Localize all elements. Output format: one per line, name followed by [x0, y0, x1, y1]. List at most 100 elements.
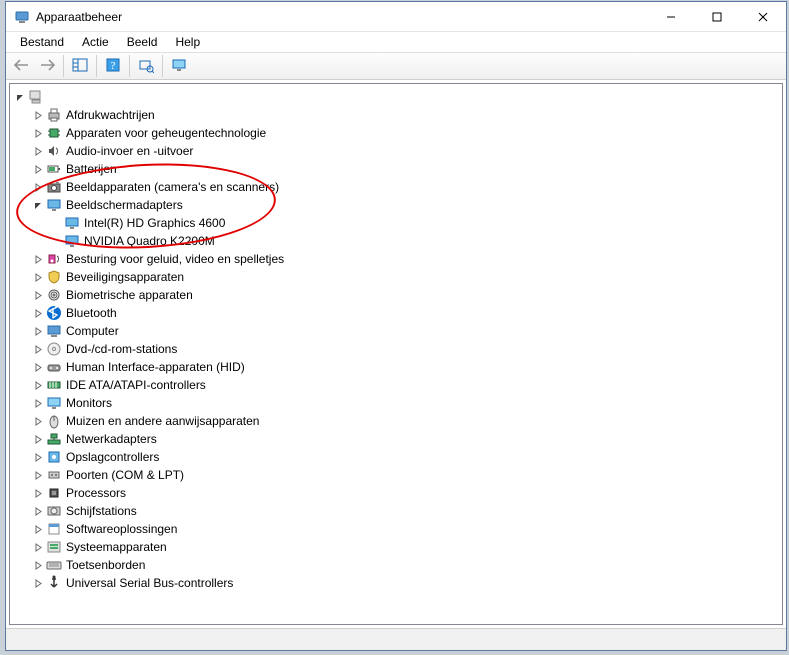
display-icon [64, 215, 80, 231]
toolbar-separator [129, 55, 130, 77]
help-button[interactable]: ? [101, 54, 125, 78]
hid-icon [46, 359, 62, 375]
tree-item[interactable]: Universal Serial Bus-controllers [12, 574, 780, 592]
tree-item[interactable]: Beeldapparaten (camera's en scanners) [12, 178, 780, 196]
tree-item[interactable]: Audio-invoer en -uitvoer [12, 142, 780, 160]
tree-item[interactable]: Monitors [12, 394, 780, 412]
tree-item-label: Netwerkadapters [66, 432, 157, 446]
help-icon: ? [105, 57, 121, 76]
display-icon [64, 233, 80, 249]
arrow-right-icon [39, 58, 55, 75]
maximize-button[interactable] [694, 2, 740, 31]
menu-file[interactable]: Bestand [12, 34, 72, 50]
speaker-icon [46, 143, 62, 159]
battery-icon [46, 161, 62, 177]
tree-item[interactable]: Batterijen [12, 160, 780, 178]
tree-item[interactable]: NVIDIA Quadro K2200M [12, 232, 780, 250]
expand-caret-icon[interactable] [30, 255, 46, 264]
menu-action[interactable]: Actie [74, 34, 117, 50]
expand-caret-icon[interactable] [30, 291, 46, 300]
network-icon [46, 431, 62, 447]
tree-item-label: Afdrukwachtrijen [66, 108, 155, 122]
scan-hardware-button[interactable] [134, 54, 158, 78]
expand-caret-icon[interactable] [30, 183, 46, 192]
expand-caret-icon[interactable] [30, 507, 46, 516]
expand-caret-icon[interactable] [30, 453, 46, 462]
show-hide-console-tree-button[interactable] [68, 54, 92, 78]
menu-help[interactable]: Help [167, 34, 208, 50]
tree-item-label: Dvd-/cd-rom-stations [66, 342, 177, 356]
tree-item[interactable]: Systeemapparaten [12, 538, 780, 556]
show-hidden-button[interactable] [167, 54, 191, 78]
expand-caret-icon[interactable] [30, 561, 46, 570]
tree-item[interactable]: Biometrische apparaten [12, 286, 780, 304]
tree-item[interactable]: Beeldschermadapters [12, 196, 780, 214]
display-icon [46, 197, 62, 213]
close-button[interactable] [740, 2, 786, 31]
tree-item[interactable]: Intel(R) HD Graphics 4600 [12, 214, 780, 232]
expand-caret-icon[interactable] [30, 309, 46, 318]
tree-item[interactable]: Afdrukwachtrijen [12, 106, 780, 124]
expand-caret-icon[interactable] [30, 417, 46, 426]
back-button[interactable] [10, 54, 34, 78]
tree-item-label: Systeemapparaten [66, 540, 167, 554]
ide-icon [46, 377, 62, 393]
tree-item[interactable]: Muizen en andere aanwijsapparaten [12, 412, 780, 430]
expand-caret-icon[interactable] [30, 543, 46, 552]
expand-caret-icon[interactable] [30, 579, 46, 588]
tree-item[interactable]: Dvd-/cd-rom-stations [12, 340, 780, 358]
computer-icon [46, 323, 62, 339]
tree-icon [72, 57, 88, 76]
expand-caret-icon[interactable] [30, 147, 46, 156]
expand-caret-icon[interactable] [30, 129, 46, 138]
tree-item[interactable]: Human Interface-apparaten (HID) [12, 358, 780, 376]
forward-button[interactable] [35, 54, 59, 78]
keyboard-icon [46, 557, 62, 573]
expand-caret-icon[interactable] [30, 273, 46, 282]
tree-item[interactable]: Besturing voor geluid, video en spelletj… [12, 250, 780, 268]
monitor-icon [46, 395, 62, 411]
expand-caret-icon[interactable] [30, 399, 46, 408]
tree-item[interactable]: Processors [12, 484, 780, 502]
expand-caret-icon[interactable] [30, 471, 46, 480]
tree-view[interactable]: Afdrukwachtrijen Apparaten voor geheugent… [9, 83, 783, 625]
expand-caret-icon[interactable] [30, 201, 46, 210]
toolbar-separator [162, 55, 163, 77]
expand-caret-icon[interactable] [30, 489, 46, 498]
tree-item-label: Biometrische apparaten [66, 288, 193, 302]
tree-item[interactable]: IDE ATA/ATAPI-controllers [12, 376, 780, 394]
tree-item[interactable]: Opslagcontrollers [12, 448, 780, 466]
tree-item-label: Beveiligingsapparaten [66, 270, 184, 284]
expand-caret-icon[interactable] [30, 435, 46, 444]
expand-caret-icon[interactable] [30, 111, 46, 120]
storage-icon [46, 449, 62, 465]
tree-item-label: Bluetooth [66, 306, 117, 320]
tree-item-label: Apparaten voor geheugentechnologie [66, 126, 266, 140]
expand-caret-icon[interactable] [30, 525, 46, 534]
expand-caret-icon[interactable] [30, 165, 46, 174]
tree-item[interactable]: Netwerkadapters [12, 430, 780, 448]
tree-item[interactable]: Poorten (COM & LPT) [12, 466, 780, 484]
fingerprint-icon [46, 287, 62, 303]
expand-caret-icon[interactable] [30, 381, 46, 390]
tree-item[interactable]: Schijfstations [12, 502, 780, 520]
tree-item-label: Opslagcontrollers [66, 450, 159, 464]
expand-caret-icon[interactable] [30, 327, 46, 336]
expand-caret-icon[interactable] [12, 93, 28, 102]
expand-caret-icon[interactable] [30, 345, 46, 354]
menu-view[interactable]: Beeld [119, 34, 166, 50]
tree-item[interactable]: Toetsenborden [12, 556, 780, 574]
app-icon [14, 9, 30, 25]
tree-item[interactable]: Softwareoplossingen [12, 520, 780, 538]
expand-caret-icon[interactable] [30, 363, 46, 372]
tree-item[interactable]: Beveiligingsapparaten [12, 268, 780, 286]
minimize-button[interactable] [648, 2, 694, 31]
arrow-left-icon [14, 58, 30, 75]
tree-item[interactable]: Apparaten voor geheugentechnologie [12, 124, 780, 142]
tree-item[interactable]: Bluetooth [12, 304, 780, 322]
tree-root[interactable] [12, 88, 780, 106]
tree-item-label: Human Interface-apparaten (HID) [66, 360, 245, 374]
tree-item[interactable]: Computer [12, 322, 780, 340]
tree-item-label: Toetsenborden [66, 558, 145, 572]
titlebar: Apparaatbeheer [6, 2, 786, 32]
